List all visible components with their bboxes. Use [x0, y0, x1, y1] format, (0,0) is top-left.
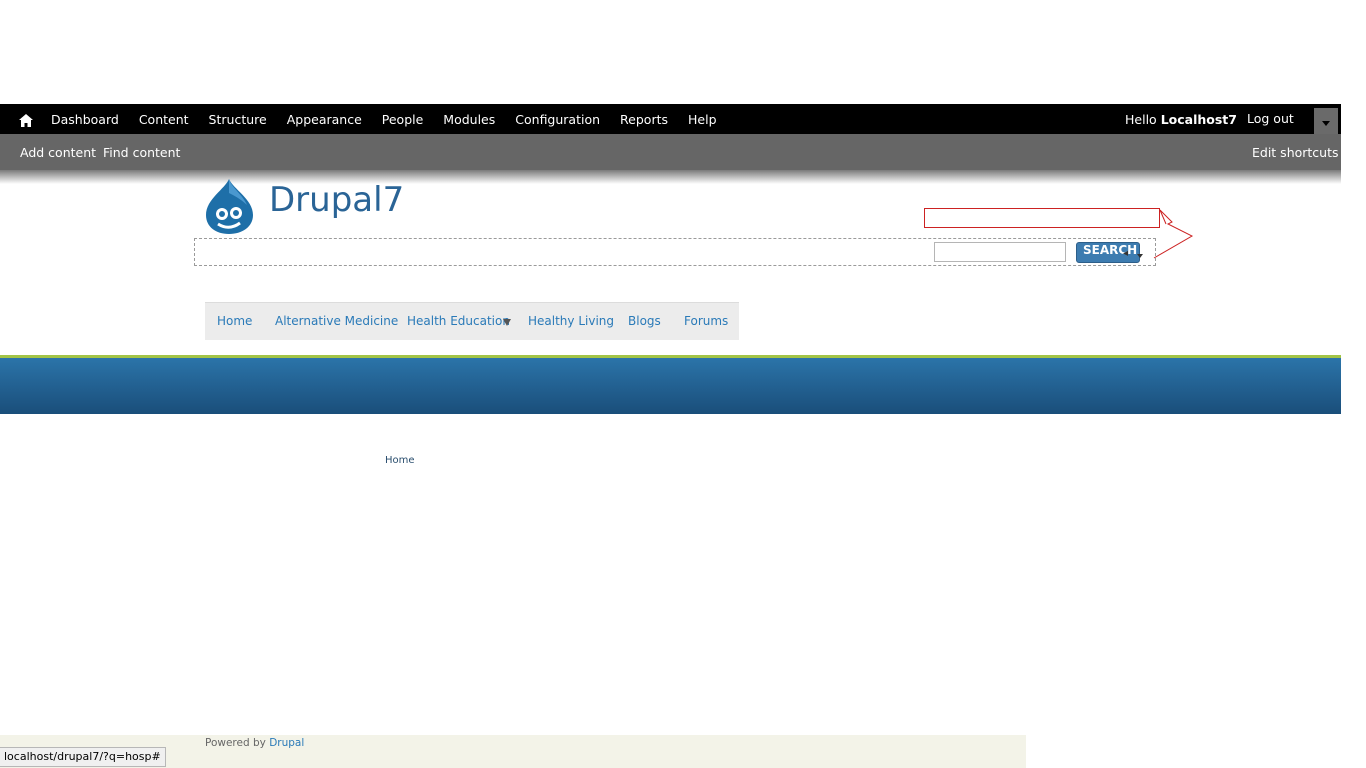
drupal-logo-icon[interactable]: [203, 177, 256, 235]
main-menu: Home Alternative Medicine Health Educati…: [205, 302, 739, 340]
drupal-link[interactable]: Drupal: [269, 737, 304, 749]
find-content-link[interactable]: Find content: [103, 145, 180, 160]
powered-by-label: Powered by: [205, 737, 266, 749]
main-menu-home[interactable]: Home: [217, 314, 252, 328]
hello-label: Hello: [1125, 111, 1157, 127]
dropdown-arrow-icon[interactable]: [503, 319, 511, 326]
toolbar-item-content[interactable]: Content: [139, 112, 189, 127]
browser-status-bar: localhost/drupal7/?q=hosp#: [0, 747, 166, 767]
featured-band: [0, 358, 1341, 414]
main-menu-blogs[interactable]: Blogs: [628, 314, 661, 328]
annotation-arrow-icon: [1153, 209, 1194, 259]
toolbar-menu: Dashboard Content Structure Appearance P…: [51, 104, 737, 134]
add-content-link[interactable]: Add content: [20, 145, 96, 160]
chevron-down-icon[interactable]: [1314, 108, 1338, 134]
search-button[interactable]: SEARCH: [1076, 242, 1140, 263]
toolbar-shadow: [0, 170, 1341, 184]
main-menu-alternative-medicine[interactable]: Alternative Medicine: [275, 314, 398, 328]
annotation-box: [924, 208, 1160, 228]
cursor-icon: ◂: [1123, 248, 1129, 259]
toolbar-item-reports[interactable]: Reports: [620, 112, 668, 127]
toolbar-item-people[interactable]: People: [382, 112, 424, 127]
toolbar-item-dashboard[interactable]: Dashboard: [51, 112, 119, 127]
admin-toolbar: Dashboard Content Structure Appearance P…: [0, 104, 1341, 134]
username-link[interactable]: Localhost7: [1161, 112, 1237, 127]
site-name[interactable]: Drupal7: [269, 180, 404, 220]
caret-icon: [1137, 254, 1143, 258]
edit-shortcuts-link[interactable]: Edit shortcuts: [1252, 145, 1339, 160]
powered-by: Powered by Drupal: [205, 737, 304, 749]
main-menu-healthy-living[interactable]: Healthy Living: [528, 314, 614, 328]
toolbar-item-structure[interactable]: Structure: [209, 112, 267, 127]
toolbar-item-modules[interactable]: Modules: [443, 112, 495, 127]
shortcuts-bar: Add content Find content Edit shortcuts: [0, 134, 1341, 170]
search-input[interactable]: [934, 242, 1066, 262]
toolbar-item-configuration[interactable]: Configuration: [515, 112, 600, 127]
main-menu-forums[interactable]: Forums: [684, 314, 728, 328]
toolbar-item-help[interactable]: Help: [688, 112, 717, 127]
breadcrumb-home[interactable]: Home: [385, 455, 415, 466]
toolbar-item-appearance[interactable]: Appearance: [287, 112, 362, 127]
user-greeting: Hello Localhost7: [1125, 104, 1237, 134]
logout-link[interactable]: Log out: [1247, 104, 1294, 134]
home-icon[interactable]: [19, 112, 33, 127]
main-menu-health-education[interactable]: Health Education: [407, 314, 510, 328]
